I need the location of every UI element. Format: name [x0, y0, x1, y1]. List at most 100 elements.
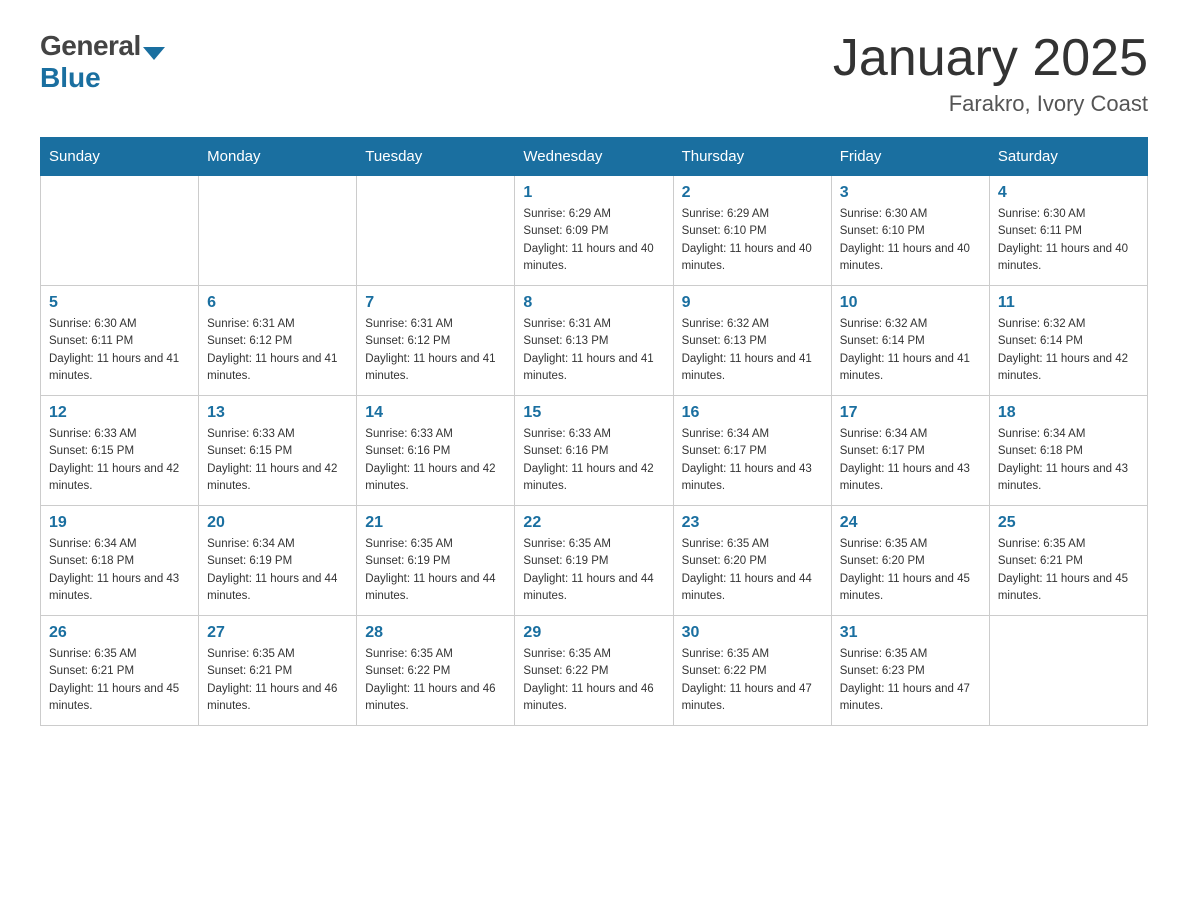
col-monday: Monday	[199, 138, 357, 176]
day-info: Sunrise: 6:35 AM Sunset: 6:22 PM Dayligh…	[365, 646, 506, 715]
day-info: Sunrise: 6:34 AM Sunset: 6:18 PM Dayligh…	[49, 536, 190, 605]
day-info: Sunrise: 6:35 AM Sunset: 6:21 PM Dayligh…	[49, 646, 190, 715]
day-number: 7	[365, 294, 506, 312]
col-friday: Friday	[831, 138, 989, 176]
day-number: 13	[207, 404, 348, 422]
day-number: 28	[365, 624, 506, 642]
title-section: January 2025 Farakro, Ivory Coast	[833, 30, 1148, 117]
table-row: 12 Sunrise: 6:33 AM Sunset: 6:15 PM Dayli…	[41, 396, 199, 506]
day-info: Sunrise: 6:34 AM Sunset: 6:18 PM Dayligh…	[998, 426, 1139, 495]
day-info: Sunrise: 6:30 AM Sunset: 6:11 PM Dayligh…	[49, 316, 190, 385]
table-row	[199, 176, 357, 286]
table-row: 22 Sunrise: 6:35 AM Sunset: 6:19 PM Dayli…	[515, 506, 673, 616]
day-info: Sunrise: 6:32 AM Sunset: 6:13 PM Dayligh…	[682, 316, 823, 385]
day-number: 16	[682, 404, 823, 422]
table-row: 23 Sunrise: 6:35 AM Sunset: 6:20 PM Dayli…	[673, 506, 831, 616]
day-number: 1	[523, 184, 664, 202]
table-row: 26 Sunrise: 6:35 AM Sunset: 6:21 PM Dayli…	[41, 616, 199, 726]
day-number: 5	[49, 294, 190, 312]
table-row	[989, 616, 1147, 726]
day-number: 9	[682, 294, 823, 312]
col-tuesday: Tuesday	[357, 138, 515, 176]
day-number: 2	[682, 184, 823, 202]
table-row: 2 Sunrise: 6:29 AM Sunset: 6:10 PM Daylig…	[673, 176, 831, 286]
location-title: Farakro, Ivory Coast	[833, 91, 1148, 117]
day-info: Sunrise: 6:31 AM Sunset: 6:13 PM Dayligh…	[523, 316, 664, 385]
day-info: Sunrise: 6:33 AM Sunset: 6:15 PM Dayligh…	[207, 426, 348, 495]
day-info: Sunrise: 6:29 AM Sunset: 6:09 PM Dayligh…	[523, 206, 664, 275]
day-number: 22	[523, 514, 664, 532]
day-info: Sunrise: 6:35 AM Sunset: 6:22 PM Dayligh…	[682, 646, 823, 715]
table-row: 31 Sunrise: 6:35 AM Sunset: 6:23 PM Dayli…	[831, 616, 989, 726]
table-row: 7 Sunrise: 6:31 AM Sunset: 6:12 PM Daylig…	[357, 286, 515, 396]
table-row	[357, 176, 515, 286]
day-info: Sunrise: 6:29 AM Sunset: 6:10 PM Dayligh…	[682, 206, 823, 275]
day-info: Sunrise: 6:32 AM Sunset: 6:14 PM Dayligh…	[840, 316, 981, 385]
day-info: Sunrise: 6:35 AM Sunset: 6:21 PM Dayligh…	[998, 536, 1139, 605]
col-wednesday: Wednesday	[515, 138, 673, 176]
day-info: Sunrise: 6:35 AM Sunset: 6:19 PM Dayligh…	[523, 536, 664, 605]
day-info: Sunrise: 6:35 AM Sunset: 6:20 PM Dayligh…	[840, 536, 981, 605]
day-info: Sunrise: 6:34 AM Sunset: 6:17 PM Dayligh…	[840, 426, 981, 495]
calendar-week-row: 19 Sunrise: 6:34 AM Sunset: 6:18 PM Dayli…	[41, 506, 1148, 616]
day-number: 12	[49, 404, 190, 422]
table-row: 27Sunrise: 6:35 AM Sunset: 6:21 PM Dayli…	[199, 616, 357, 726]
table-row: 11Sunrise: 6:32 AM Sunset: 6:14 PM Dayli…	[989, 286, 1147, 396]
table-row: 4Sunrise: 6:30 AM Sunset: 6:11 PM Daylig…	[989, 176, 1147, 286]
day-number: 26	[49, 624, 190, 642]
day-info: Sunrise: 6:35 AM Sunset: 6:19 PM Dayligh…	[365, 536, 506, 605]
table-row	[41, 176, 199, 286]
day-number: 3	[840, 184, 981, 202]
day-number: 21	[365, 514, 506, 532]
day-number: 25	[998, 514, 1139, 532]
day-info: Sunrise: 6:33 AM Sunset: 6:16 PM Dayligh…	[523, 426, 664, 495]
day-number: 18	[998, 404, 1139, 422]
day-info: Sunrise: 6:30 AM Sunset: 6:11 PM Dayligh…	[998, 206, 1139, 275]
table-row: 14Sunrise: 6:33 AM Sunset: 6:16 PM Dayli…	[357, 396, 515, 506]
table-row: 1 Sunrise: 6:29 AM Sunset: 6:09 PM Daylig…	[515, 176, 673, 286]
day-info: Sunrise: 6:33 AM Sunset: 6:15 PM Dayligh…	[49, 426, 190, 495]
table-row: 3Sunrise: 6:30 AM Sunset: 6:10 PM Daylig…	[831, 176, 989, 286]
day-info: Sunrise: 6:32 AM Sunset: 6:14 PM Dayligh…	[998, 316, 1139, 385]
table-row: 10 Sunrise: 6:32 AM Sunset: 6:14 PM Dayli…	[831, 286, 989, 396]
calendar-week-row: 5 Sunrise: 6:30 AM Sunset: 6:11 PM Daylig…	[41, 286, 1148, 396]
logo-triangle-icon	[143, 47, 165, 60]
day-number: 24	[840, 514, 981, 532]
logo-general-text: General	[40, 30, 141, 62]
table-row: 16 Sunrise: 6:34 AM Sunset: 6:17 PM Dayli…	[673, 396, 831, 506]
day-number: 20	[207, 514, 348, 532]
day-number: 19	[49, 514, 190, 532]
day-number: 14	[365, 404, 506, 422]
table-row: 17 Sunrise: 6:34 AM Sunset: 6:17 PM Dayli…	[831, 396, 989, 506]
day-info: Sunrise: 6:35 AM Sunset: 6:22 PM Dayligh…	[523, 646, 664, 715]
day-info: Sunrise: 6:34 AM Sunset: 6:17 PM Dayligh…	[682, 426, 823, 495]
table-row: 13 Sunrise: 6:33 AM Sunset: 6:15 PM Dayli…	[199, 396, 357, 506]
day-number: 10	[840, 294, 981, 312]
day-number: 15	[523, 404, 664, 422]
table-row: 28 Sunrise: 6:35 AM Sunset: 6:22 PM Dayli…	[357, 616, 515, 726]
table-row: 9 Sunrise: 6:32 AM Sunset: 6:13 PM Daylig…	[673, 286, 831, 396]
table-row: 18 Sunrise: 6:34 AM Sunset: 6:18 PM Dayli…	[989, 396, 1147, 506]
calendar-week-row: 12 Sunrise: 6:33 AM Sunset: 6:15 PM Dayli…	[41, 396, 1148, 506]
day-number: 8	[523, 294, 664, 312]
col-sunday: Sunday	[41, 138, 199, 176]
day-info: Sunrise: 6:35 AM Sunset: 6:20 PM Dayligh…	[682, 536, 823, 605]
calendar-week-row: 1 Sunrise: 6:29 AM Sunset: 6:09 PM Daylig…	[41, 176, 1148, 286]
table-row: 24 Sunrise: 6:35 AM Sunset: 6:20 PM Dayli…	[831, 506, 989, 616]
table-row: 30 Sunrise: 6:35 AM Sunset: 6:22 PM Dayli…	[673, 616, 831, 726]
table-row: 29Sunrise: 6:35 AM Sunset: 6:22 PM Dayli…	[515, 616, 673, 726]
day-number: 31	[840, 624, 981, 642]
day-info: Sunrise: 6:31 AM Sunset: 6:12 PM Dayligh…	[207, 316, 348, 385]
table-row: 5 Sunrise: 6:30 AM Sunset: 6:11 PM Daylig…	[41, 286, 199, 396]
day-number: 30	[682, 624, 823, 642]
table-row: 15 Sunrise: 6:33 AM Sunset: 6:16 PM Dayli…	[515, 396, 673, 506]
day-number: 23	[682, 514, 823, 532]
day-number: 17	[840, 404, 981, 422]
day-info: Sunrise: 6:31 AM Sunset: 6:12 PM Dayligh…	[365, 316, 506, 385]
table-row: 25 Sunrise: 6:35 AM Sunset: 6:21 PM Dayli…	[989, 506, 1147, 616]
logo: General Blue	[40, 30, 165, 94]
logo-blue-text: Blue	[40, 62, 101, 94]
day-info: Sunrise: 6:35 AM Sunset: 6:23 PM Dayligh…	[840, 646, 981, 715]
table-row: 8 Sunrise: 6:31 AM Sunset: 6:13 PM Daylig…	[515, 286, 673, 396]
day-number: 6	[207, 294, 348, 312]
